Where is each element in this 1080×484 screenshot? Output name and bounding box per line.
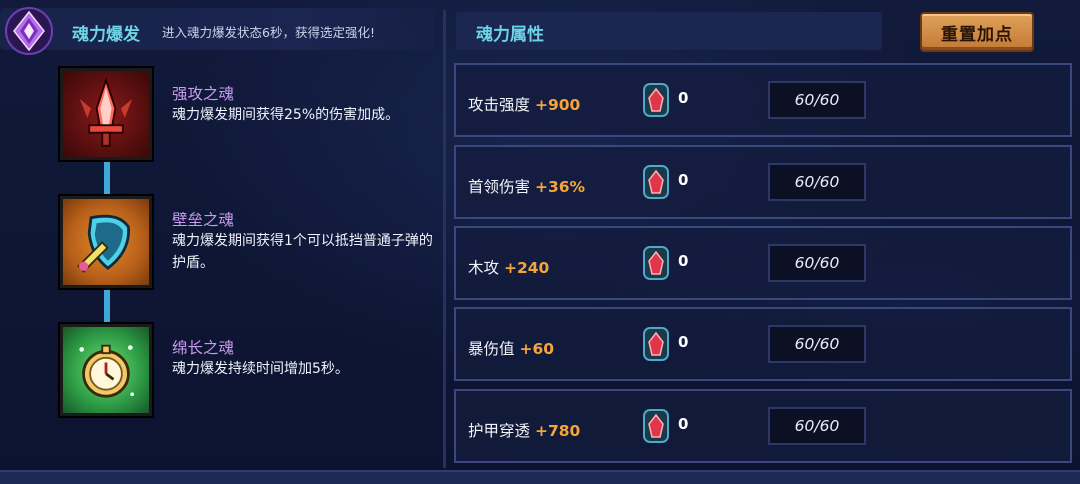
attribute-bonus: +240	[503, 259, 550, 277]
soul-burst-description: 进入魂力爆发状态6秒，获得选定强化!	[162, 25, 375, 40]
soul-attributes-title: 魂力属性	[476, 25, 544, 45]
attribute-row-boss-damage: 首领伤害 +36% 0 60/60	[454, 145, 1072, 219]
gem-count: 0	[678, 333, 689, 351]
attribute-level: 60/60	[768, 81, 866, 119]
soul-desc-assault: 魂力爆发期间获得25%的伤害加成。	[172, 107, 400, 123]
gem-count: 0	[678, 415, 689, 433]
soul-name-assault: 强攻之魂	[172, 85, 235, 103]
shield-icon	[77, 214, 130, 273]
bottom-bar	[0, 470, 1080, 484]
attribute-row-wood-attack: 木攻 +240 0 60/60	[454, 226, 1072, 300]
attribute-row-crit-damage: 暴伤值 +60 0 60/60	[454, 307, 1072, 381]
soul-gem-icon	[643, 327, 669, 361]
soul-gem-icon	[643, 246, 669, 280]
soul-slot-bastion[interactable]	[60, 196, 152, 288]
soul-burst-icon	[4, 6, 54, 56]
pocket-watch-icon	[79, 344, 135, 398]
soul-desc-bastion: 魂力爆发期间获得1个可以抵挡普通子弹的护盾。	[172, 233, 433, 271]
attribute-level: 60/60	[768, 163, 866, 201]
attribute-level: 60/60	[768, 407, 866, 445]
attribute-label: 护甲穿透 +780	[468, 422, 581, 440]
soul-gem-icon	[643, 83, 669, 117]
soul-desc-endurance: 魂力爆发持续时间增加5秒。	[172, 361, 349, 377]
attribute-label: 暴伤值 +60	[468, 340, 555, 358]
attribute-bonus: +60	[519, 340, 555, 358]
red-sword-icon	[79, 77, 133, 147]
soul-slot-assault[interactable]	[60, 68, 152, 160]
attribute-label: 木攻 +240	[468, 259, 550, 277]
soul-name-bastion: 壁垒之魂	[172, 211, 235, 229]
attribute-label: 首领伤害 +36%	[468, 178, 586, 196]
attribute-row-armor-pen: 护甲穿透 +780 0 60/60	[454, 389, 1072, 463]
chain-link	[104, 290, 110, 324]
attribute-level: 60/60	[768, 325, 866, 363]
attribute-label: 攻击强度 +900	[468, 96, 581, 114]
panel-divider	[443, 10, 446, 468]
attribute-bonus: +900	[534, 96, 581, 114]
reset-points-button[interactable]: 重置加点	[920, 12, 1034, 52]
soul-slot-endurance[interactable]	[60, 324, 152, 416]
attribute-bonus: +780	[534, 422, 581, 440]
gem-count: 0	[678, 89, 689, 107]
attribute-level: 60/60	[768, 244, 866, 282]
soul-gem-icon	[643, 165, 669, 199]
attribute-bonus: +36%	[534, 178, 586, 196]
attribute-row-attack: 攻击强度 +900 0 60/60	[454, 63, 1072, 137]
soul-name-endurance: 绵长之魂	[172, 339, 235, 357]
gem-count: 0	[678, 171, 689, 189]
chain-link	[104, 160, 110, 194]
soul-gem-icon	[643, 409, 669, 443]
soul-burst-title: 魂力爆发	[72, 25, 140, 45]
gem-count: 0	[678, 252, 689, 270]
